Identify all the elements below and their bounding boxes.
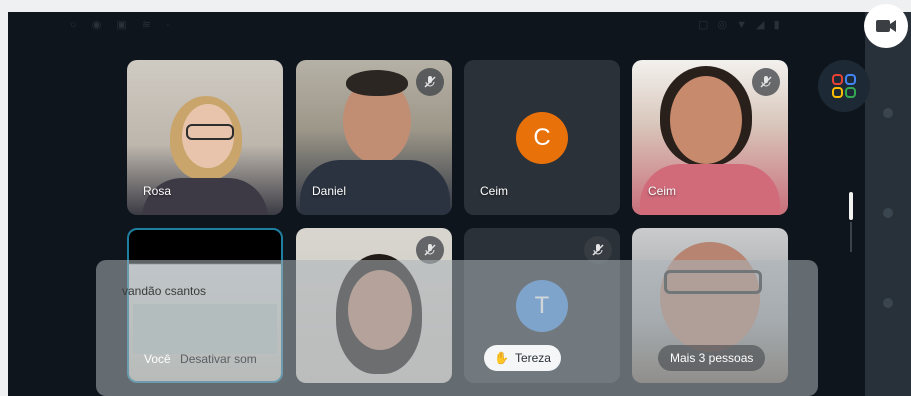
- self-label: Você Desativar som: [144, 352, 257, 366]
- self-name: Você: [144, 352, 171, 366]
- participant-tile-ceim-video[interactable]: Ceim: [632, 60, 788, 215]
- participant-tile-daniel[interactable]: Daniel: [296, 60, 452, 215]
- participant-name: Ceim: [480, 184, 509, 198]
- participant-name: Rosa: [143, 184, 172, 198]
- meeting-screen: ○ ◉ ▣ ≋ · ▢ ◎ ▼ ◢ ▮ Rosa Daniel C Ceim C…: [8, 12, 911, 396]
- camera-icon: [876, 20, 896, 32]
- camera-button[interactable]: [864, 4, 908, 48]
- more-participants-label: Mais 3 pessoas: [670, 351, 754, 365]
- participant-name: Daniel: [312, 184, 347, 198]
- mic-off-icon: [752, 68, 780, 96]
- video-banner-text: vandão csantos: [122, 284, 207, 298]
- avatar: C: [516, 112, 568, 164]
- right-rail: [865, 12, 911, 396]
- scrollbar-track[interactable]: [850, 222, 852, 252]
- scrollbar-thumb[interactable]: [849, 192, 853, 220]
- raised-hand-chip[interactable]: ✋ Tereza: [484, 345, 561, 371]
- more-participants-chip[interactable]: Mais 3 pessoas: [658, 345, 766, 371]
- face: [670, 76, 742, 164]
- hair: [346, 70, 408, 96]
- mute-label[interactable]: Desativar som: [180, 352, 257, 366]
- hand-icon: ✋: [494, 351, 509, 365]
- rail-icon[interactable]: [883, 298, 893, 308]
- participant-tile-rosa[interactable]: Rosa: [127, 60, 283, 215]
- rail-icon[interactable]: [883, 108, 893, 118]
- bottom-overlay: [96, 260, 818, 396]
- glasses: [186, 124, 234, 140]
- apps-button[interactable]: [818, 60, 870, 112]
- rail-icon[interactable]: [883, 208, 893, 218]
- apps-icon: [832, 74, 856, 98]
- raised-hand-name: Tereza: [514, 351, 551, 365]
- participant-name: Ceim: [648, 184, 677, 198]
- status-bar: ○ ◉ ▣ ≋ · ▢ ◎ ▼ ◢ ▮: [8, 12, 911, 38]
- mic-off-icon: [416, 68, 444, 96]
- status-icons-right: ▢ ◎ ▼ ◢ ▮: [698, 19, 783, 31]
- participant-tile-ceim[interactable]: C Ceim: [464, 60, 620, 215]
- status-icons-left: ○ ◉ ▣ ≋ ·: [70, 19, 176, 31]
